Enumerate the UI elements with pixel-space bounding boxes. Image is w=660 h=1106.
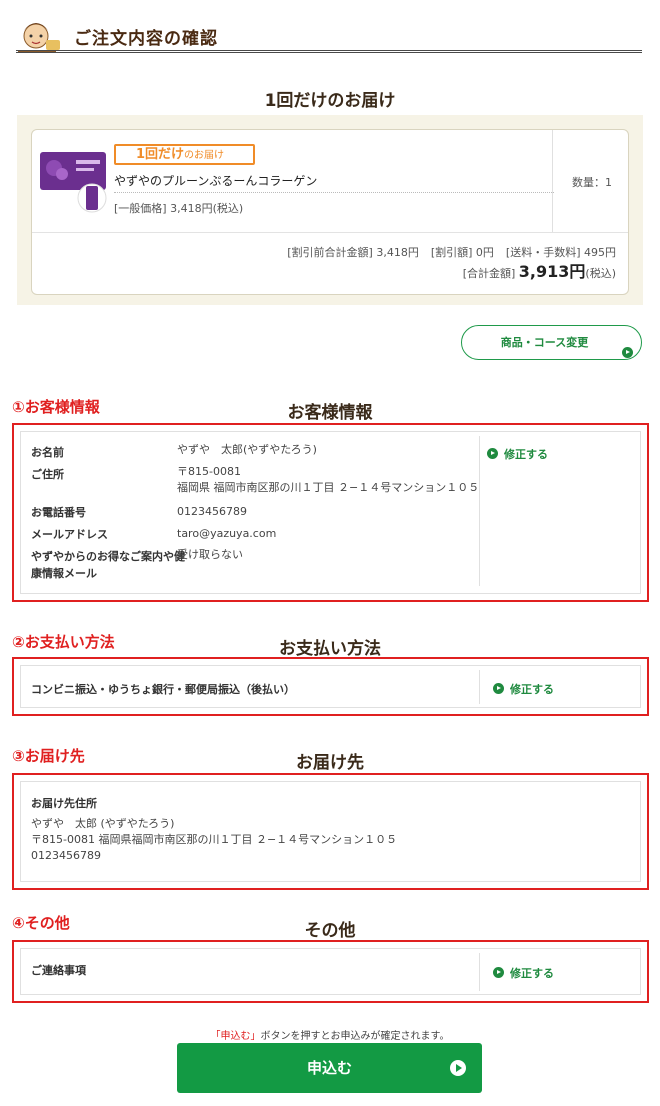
delivery-address-label: お届け先住所 — [31, 797, 97, 810]
delivery-phone: 0123456789 — [31, 849, 101, 862]
phone-value: 0123456789 — [177, 505, 247, 518]
delivery-type-badge: 1回だけのお届け — [114, 144, 255, 165]
edit-divider — [479, 436, 480, 586]
delivery-card: お届け先住所 やずや 太郎 (やずやたろう) 〒815-0081 福岡県福岡市南… — [20, 781, 641, 882]
newsletter-label-line1: やずやからのお得なご案内や健 — [31, 550, 185, 563]
newsletter-value: 受け取らない — [177, 548, 243, 561]
total-label: [合計金額] — [462, 267, 516, 280]
arrow-right-icon — [493, 967, 504, 978]
column-divider — [552, 130, 553, 232]
order-heading: 1回だけのお届け — [264, 91, 396, 111]
payment-heading: お支払い方法 — [279, 639, 381, 659]
product-price: [一般価格] 3,418円(税込) — [114, 202, 244, 215]
confirm-note: 「申込む」ボタンを押すとお申込みが確定されます。 — [210, 1031, 450, 1042]
address-value: 福岡県 福岡市南区那の川１丁目 ２−１４号マンション１０５ — [177, 481, 480, 494]
edit-divider — [479, 953, 480, 991]
customer-heading: お客様情報 — [287, 403, 373, 423]
contact-notes-label: ご連絡事項 — [31, 964, 86, 977]
page-title: ご注文内容の確認 — [74, 29, 218, 49]
product-image — [40, 152, 107, 213]
header-divider — [16, 50, 642, 53]
email-label: メールアドレス — [31, 528, 108, 541]
edit-divider — [479, 670, 480, 704]
submit-button[interactable]: 申込む — [177, 1043, 482, 1093]
totals-divider — [32, 232, 628, 233]
total-value: 3,913円 — [518, 262, 586, 281]
total-tax: (税込) — [585, 267, 616, 280]
mascot-icon — [18, 23, 60, 53]
order-summary: 1回だけのお届け やずやのプルーンぷるーんコラーゲン [一般価格] 3,418円… — [17, 115, 643, 305]
address-label: ご住所 — [31, 468, 64, 481]
payment-section: コンビニ振込・ゆうちょ銀行・郵便局振込（後払い） 修正する — [12, 657, 649, 716]
edit-payment-button[interactable]: 修正する — [493, 681, 554, 697]
quantity: 数量：1 — [572, 176, 612, 189]
arrow-right-icon — [493, 683, 504, 694]
payment-method: コンビニ振込・ゆうちょ銀行・郵便局振込（後払い） — [31, 683, 295, 696]
page-header: ご注文内容の確認 — [16, 12, 642, 54]
other-section: ご連絡事項 修正する — [12, 940, 649, 1003]
newsletter-label-line2: 康情報メール — [31, 567, 97, 580]
delivery-section: お届け先住所 やずや 太郎 (やずやたろう) 〒815-0081 福岡県福岡市南… — [12, 773, 649, 890]
customer-section: お名前 やずや 太郎(やずやたろう) ご住所 〒815-0081 福岡県 福岡市… — [12, 423, 649, 602]
change-course-button[interactable]: 商品・コース変更 — [461, 325, 642, 360]
postal-code: 〒815-0081 — [177, 465, 241, 478]
name-value: やずや 太郎(やずやたろう) — [177, 443, 317, 456]
arrow-right-icon — [622, 337, 633, 370]
product-name: やずやのプルーンぷるーんコラーゲン — [114, 174, 318, 188]
subtotal: [割引前合計金額] 3,418円 — [287, 246, 419, 259]
payment-card: コンビニ振込・ゆうちょ銀行・郵便局振込（後払い） 修正する — [20, 665, 641, 708]
edit-customer-button[interactable]: 修正する — [487, 446, 548, 462]
grand-total: [合計金額] 3,913円(税込) — [463, 258, 616, 282]
order-card: 1回だけのお届け やずやのプルーンぷるーんコラーゲン [一般価格] 3,418円… — [31, 129, 629, 295]
other-card: ご連絡事項 修正する — [20, 948, 641, 995]
product-divider — [114, 192, 554, 193]
email-value: taro@yazuya.com — [177, 527, 277, 540]
edit-other-button[interactable]: 修正する — [493, 965, 554, 981]
other-heading: その他 — [304, 921, 356, 941]
delivery-heading: お届け先 — [296, 753, 364, 773]
customer-card: お名前 やずや 太郎(やずやたろう) ご住所 〒815-0081 福岡県 福岡市… — [20, 431, 641, 594]
name-label: お名前 — [31, 446, 64, 459]
arrow-right-icon — [450, 1060, 466, 1076]
delivery-address: 〒815-0081 福岡県福岡市南区那の川１丁目 ２−１４号マンション１０５ — [31, 833, 398, 846]
phone-label: お電話番号 — [31, 506, 86, 519]
arrow-right-icon — [487, 448, 498, 459]
delivery-name: やずや 太郎 (やずやたろう) — [31, 817, 175, 830]
